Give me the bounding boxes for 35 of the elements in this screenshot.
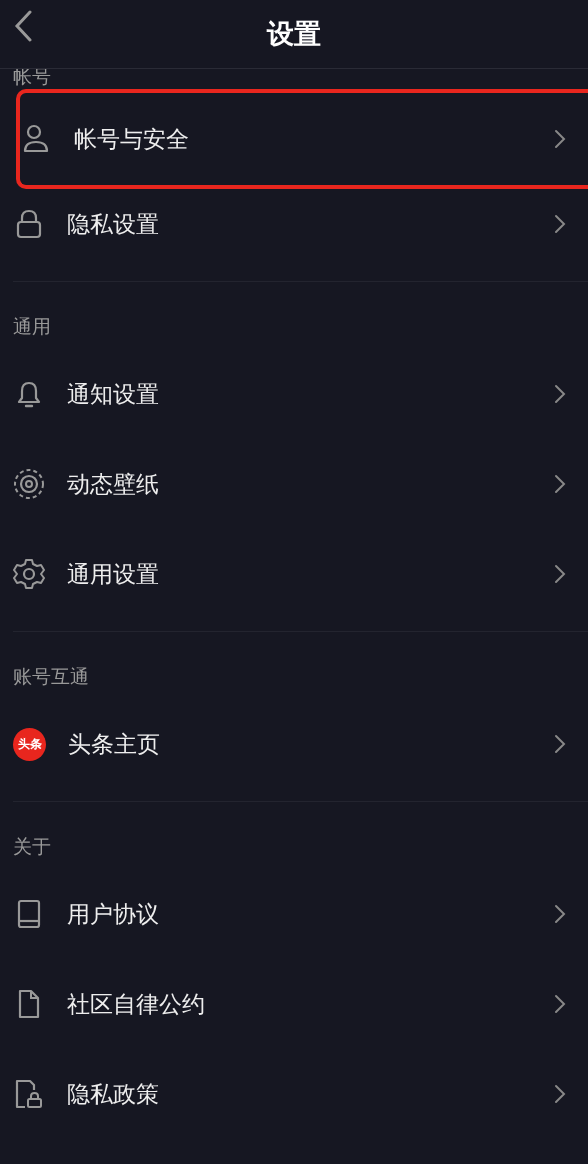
- chevron-icon: [554, 734, 566, 754]
- back-icon[interactable]: [14, 10, 32, 42]
- item-label: 用户协议: [67, 899, 160, 929]
- app-logo: 头条: [13, 727, 46, 761]
- target-icon: [13, 468, 45, 500]
- item-label: 通知设置: [67, 379, 160, 409]
- item-label: 隐私设置: [67, 209, 160, 239]
- chevron-icon: [554, 129, 566, 149]
- chevron-icon: [554, 214, 566, 234]
- chevron-icon: [554, 994, 566, 1014]
- item-label: 隐私政策: [67, 1079, 160, 1109]
- settings-item[interactable]: 隐私政策: [0, 1049, 588, 1139]
- chevron-icon: [554, 384, 566, 404]
- settings-item[interactable]: 通知设置: [0, 349, 588, 439]
- settings-item[interactable]: 通用设置: [0, 529, 588, 619]
- item-label: 社区自律公约: [67, 989, 206, 1019]
- section-label: 通用: [13, 315, 51, 337]
- settings-item[interactable]: 用户协议: [0, 869, 588, 959]
- chevron-icon: [554, 564, 566, 584]
- section-label: 关于: [13, 835, 51, 857]
- item-label: 通用设置: [67, 559, 160, 589]
- item-label: 帐号与安全: [74, 124, 190, 154]
- settings-icon: [13, 558, 45, 590]
- document-lock-icon: [13, 1079, 45, 1109]
- settings-item[interactable]: 帐号与安全: [16, 89, 588, 189]
- settings-item[interactable]: 动态壁纸: [0, 439, 588, 529]
- page-title: 设置: [267, 17, 321, 51]
- item-label: 头条主页: [68, 729, 161, 759]
- settings-item[interactable]: 社区自律公约: [0, 959, 588, 1049]
- chevron-icon: [554, 904, 566, 924]
- chevron-icon: [554, 1084, 566, 1104]
- item-label: 动态壁纸: [67, 469, 160, 499]
- settings-item[interactable]: 头条 头条主页: [0, 699, 588, 789]
- chevron-icon: [554, 474, 566, 494]
- section-label: 账号互通: [13, 665, 89, 687]
